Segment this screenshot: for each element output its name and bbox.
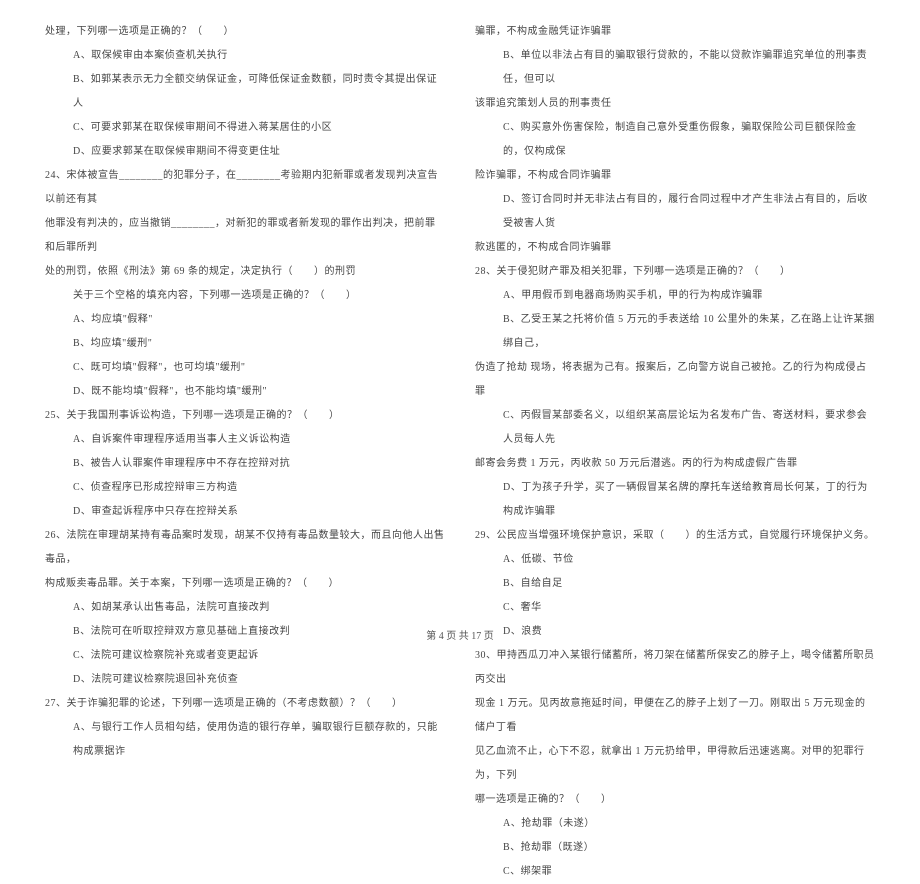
text-line: B、乙受王某之托将价值 5 万元的手表送给 10 公里外的朱某，乙在路上让许某捆…: [475, 308, 875, 356]
text-line: A、抢劫罪（未遂）: [475, 812, 875, 836]
text-line: D、既不能均填"假释"，也不能均填"缓刑": [45, 380, 445, 404]
text-line: 伪造了抢劫 现场，将表据为己有。报案后，乙向警方说自己被抢。乙的行为构成侵占罪: [475, 356, 875, 404]
text-line: D、法院可建议检察院退回补充侦查: [45, 668, 445, 692]
text-line: C、绑架罪: [475, 860, 875, 884]
text-line: D、丁为孩子升学，买了一辆假冒某名牌的摩托车送给教育局长何某，丁的行为构成诈骗罪: [475, 476, 875, 524]
text-line: 他罪没有判决的，应当撤销________，对新犯的罪或者新发现的罪作出判决，把前…: [45, 212, 445, 260]
text-line: 见乙血流不止，心下不忍，就拿出 1 万元扔给甲，甲得款后迅速逃离。对甲的犯罪行为…: [475, 740, 875, 788]
text-line: 26、法院在审理胡某持有毒品案时发现，胡某不仅持有毒品数量较大，而且向他人出售毒…: [45, 524, 445, 572]
page-container: 处理，下列哪一选项是正确的？（ ）A、取保候审由本案侦查机关执行B、如郭某表示无…: [0, 0, 920, 620]
text-line: C、既可均填"假释"，也可均填"缓刑": [45, 356, 445, 380]
text-line: 哪一选项是正确的？（ ）: [475, 788, 875, 812]
text-line: C、丙假冒某部委名义，以组织某高层论坛为名发布广告、寄送材料，要求参会人员每人先: [475, 404, 875, 452]
right-column: 骗罪，不构成金融凭证诈骗罪B、单位以非法占有目的骗取银行贷款的，不能以贷款诈骗罪…: [460, 20, 890, 620]
text-line: A、取保候审由本案侦查机关执行: [45, 44, 445, 68]
text-line: D、应要求郭某在取保候审期间不得变更住址: [45, 140, 445, 164]
text-line: A、甲用假币到电器商场购买手机，甲的行为构成诈骗罪: [475, 284, 875, 308]
text-line: 构成贩卖毒品罪。关于本案，下列哪一选项是正确的？（ ）: [45, 572, 445, 596]
text-line: C、法院可建议检察院补充或者变更起诉: [45, 644, 445, 668]
text-line: D、审查起诉程序中只存在控辩关系: [45, 500, 445, 524]
text-line: D、签订合同时并无非法占有目的，履行合同过程中才产生非法占有目的，后收受被害人货: [475, 188, 875, 236]
text-line: 处理，下列哪一选项是正确的？（ ）: [45, 20, 445, 44]
text-line: 现金 1 万元。见丙故意拖延时间，甲便在乙的脖子上划了一刀。刚取出 5 万元现金…: [475, 692, 875, 740]
text-line: 29、公民应当增强环境保护意识，采取（ ）的生活方式，自觉履行环境保护义务。: [475, 524, 875, 548]
text-line: C、侦查程序已形成控辩审三方构造: [45, 476, 445, 500]
text-line: 险诈骗罪，不构成合同诈骗罪: [475, 164, 875, 188]
text-line: B、抢劫罪（既遂）: [475, 836, 875, 860]
text-line: 处的刑罚，依照《刑法》第 69 条的规定，决定执行（ ）的刑罚: [45, 260, 445, 284]
text-line: 25、关于我国刑事诉讼构造，下列哪一选项是正确的？（ ）: [45, 404, 445, 428]
text-line: C、奢华: [475, 596, 875, 620]
text-line: C、购买意外伤害保险，制造自己意外受重伤假象，骗取保险公司巨额保险金的，仅构成保: [475, 116, 875, 164]
text-line: B、自给自足: [475, 572, 875, 596]
text-line: B、被告人认罪案件审理程序中不存在控辩对抗: [45, 452, 445, 476]
text-line: 28、关于侵犯财产罪及相关犯罪，下列哪一选项是正确的？（ ）: [475, 260, 875, 284]
text-line: 30、甲持西瓜刀冲入某银行储蓄所，将刀架在储蓄所保安乙的脖子上，喝令储蓄所职员丙…: [475, 644, 875, 692]
text-line: B、均应填"缓刑": [45, 332, 445, 356]
text-line: 关于三个空格的填充内容，下列哪一选项是正确的？（ ）: [45, 284, 445, 308]
text-line: A、均应填"假释": [45, 308, 445, 332]
left-column: 处理，下列哪一选项是正确的？（ ）A、取保候审由本案侦查机关执行B、如郭某表示无…: [30, 20, 460, 620]
text-line: 24、宋体被宣告________的犯罪分子，在________考验期内犯新罪或者…: [45, 164, 445, 212]
page-footer: 第 4 页 共 17 页: [0, 627, 920, 642]
text-line: B、如郭某表示无力全额交纳保证金，可降低保证金数额，同时责令其提出保证人: [45, 68, 445, 116]
text-line: 该罪追究策划人员的刑事责任: [475, 92, 875, 116]
text-line: A、低碳、节俭: [475, 548, 875, 572]
text-line: B、单位以非法占有目的骗取银行贷款的，不能以贷款诈骗罪追究单位的刑事责任，但可以: [475, 44, 875, 92]
text-line: C、可要求郭某在取保候审期间不得进入蒋某居住的小区: [45, 116, 445, 140]
text-line: A、自诉案件审理程序适用当事人主义诉讼构造: [45, 428, 445, 452]
text-line: 27、关于诈骗犯罪的论述，下列哪一选项是正确的（不考虑数额）？（ ）: [45, 692, 445, 716]
text-line: 款逃匿的，不构成合同诈骗罪: [475, 236, 875, 260]
text-line: 骗罪，不构成金融凭证诈骗罪: [475, 20, 875, 44]
text-line: 邮寄会务费 1 万元，丙收款 50 万元后潜逃。丙的行为构成虚假广告罪: [475, 452, 875, 476]
text-line: A、与银行工作人员相勾结，使用伪造的银行存单，骗取银行巨额存款的，只能构成票据诈: [45, 716, 445, 764]
text-line: A、如胡某承认出售毒品，法院可直接改判: [45, 596, 445, 620]
